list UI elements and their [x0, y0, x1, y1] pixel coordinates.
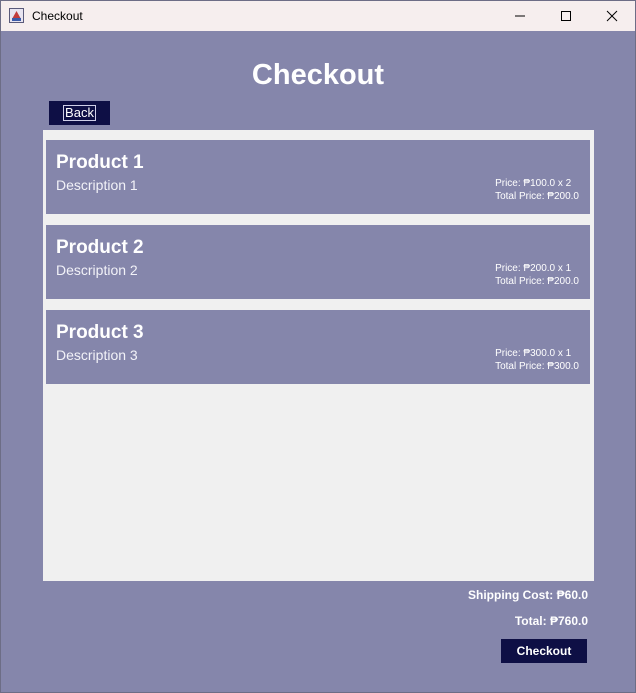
product-card: Product 1 Description 1 Price: ₱100.0 x …: [46, 140, 590, 214]
product-description: Description 2: [56, 262, 138, 278]
window-title: Checkout: [32, 9, 83, 23]
product-price-info: Price: ₱300.0 x 1 Total Price: ₱300.0: [495, 347, 579, 373]
checkout-window: Checkout Checkout Back Product 1 Descrip…: [0, 0, 636, 693]
product-name: Product 1: [56, 152, 144, 173]
back-button-label: Back: [63, 105, 96, 121]
product-description: Description 1: [56, 177, 138, 193]
maximize-icon: [561, 11, 571, 21]
product-unit-price: Price: ₱300.0 x 1: [495, 348, 572, 359]
product-description: Description 3: [56, 347, 138, 363]
title-bar[interactable]: Checkout: [1, 1, 635, 31]
product-unit-price: Price: ₱100.0 x 2: [495, 178, 572, 189]
page-title: Checkout: [251, 59, 385, 91]
product-name: Product 3: [56, 322, 144, 343]
product-unit-price: Price: ₱200.0 x 1: [495, 263, 572, 274]
shipping-cost: Shipping Cost: ₱60.0: [467, 588, 588, 602]
close-button[interactable]: [589, 1, 635, 31]
product-card: Product 2 Description 2 Price: ₱200.0 x …: [46, 225, 590, 299]
product-total-price: Total Price: ₱300.0: [495, 361, 579, 372]
product-total-price: Total Price: ₱200.0: [495, 276, 579, 287]
close-icon: [606, 10, 618, 22]
checkout-button[interactable]: Checkout: [501, 639, 587, 663]
product-total-price: Total Price: ₱200.0: [495, 191, 579, 202]
minimize-button[interactable]: [497, 1, 543, 31]
product-price-info: Price: ₱100.0 x 2 Total Price: ₱200.0: [495, 177, 579, 203]
back-button[interactable]: Back: [49, 101, 110, 125]
cart-items-panel[interactable]: Product 1 Description 1 Price: ₱100.0 x …: [43, 130, 594, 581]
product-price-info: Price: ₱200.0 x 1 Total Price: ₱200.0: [495, 262, 579, 288]
product-name: Product 2: [56, 237, 144, 258]
java-app-icon: [9, 8, 24, 23]
checkout-button-label: Checkout: [516, 644, 572, 658]
order-total: Total: ₱760.0: [514, 614, 588, 628]
maximize-button[interactable]: [543, 1, 589, 31]
minimize-icon: [515, 15, 525, 17]
product-card: Product 3 Description 3 Price: ₱300.0 x …: [46, 310, 590, 384]
